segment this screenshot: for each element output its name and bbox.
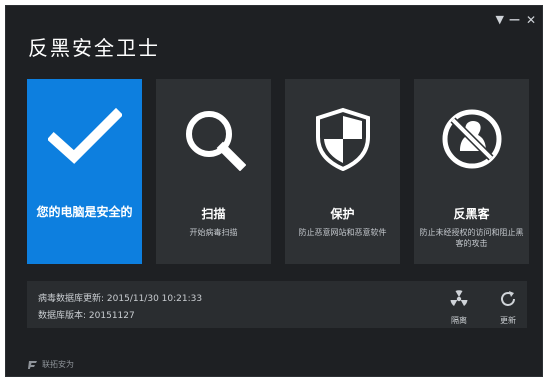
tile-security-status[interactable]: 您的电脑是安全的 <box>27 79 142 264</box>
tile-desc: 防止未经授权的访问和阻止黑客的攻击 <box>419 228 524 248</box>
app-window: 反黑安全卫士 ▼ — ✕ 您的电脑是安全的 扫描 开始病毒扫描 保护 防止恶意网… <box>5 5 543 377</box>
quarantine-button[interactable]: 隔离 <box>444 289 474 326</box>
close-icon[interactable]: ✕ <box>526 14 536 26</box>
tile-label: 您的电脑是安全的 <box>36 205 133 219</box>
tile-anti-hacker[interactable]: 反黑客 防止未经授权的访问和阻止黑客的攻击 <box>414 79 529 264</box>
tile-protect[interactable]: 保护 防止恶意网站和恶意软件 <box>285 79 400 264</box>
app-title: 反黑安全卫士 <box>28 36 160 60</box>
brand-text: 联拓安为 <box>42 360 74 369</box>
db-version-line: 数据库版本: 20151127 <box>38 308 135 321</box>
tile-label: 保护 <box>330 207 355 221</box>
db-update-value: 2015/11/30 10:21:33 <box>106 294 203 304</box>
menu-icon[interactable]: ▼ <box>496 14 504 25</box>
update-button[interactable]: 更新 <box>493 289 523 326</box>
tile-desc: 防止恶意网站和恶意软件 <box>298 228 387 237</box>
brand-logo-icon <box>28 360 37 369</box>
anti-hacker-icon <box>414 107 529 171</box>
magnifier-icon <box>156 107 271 171</box>
update-label: 更新 <box>500 316 516 325</box>
refresh-icon <box>501 291 515 306</box>
checkmark-icon <box>27 107 142 167</box>
db-version-label: 数据库版本: <box>38 311 87 321</box>
info-panel: 病毒数据库更新: 2015/11/30 10:21:33 数据库版本: 2015… <box>27 281 527 328</box>
shield-icon <box>285 107 400 171</box>
radiation-icon <box>450 290 468 306</box>
tile-label: 扫描 <box>201 207 226 221</box>
db-version-value: 20151127 <box>88 311 135 321</box>
brand: 联拓安为 <box>28 359 74 370</box>
minimize-icon[interactable]: — <box>509 14 520 25</box>
quarantine-label: 隔离 <box>451 316 467 325</box>
tile-scan[interactable]: 扫描 开始病毒扫描 <box>156 79 271 264</box>
db-update-line: 病毒数据库更新: 2015/11/30 10:21:33 <box>38 291 202 304</box>
tile-desc: 开始病毒扫描 <box>189 228 238 237</box>
db-update-label: 病毒数据库更新: <box>38 294 105 304</box>
tile-label: 反黑客 <box>453 207 490 221</box>
